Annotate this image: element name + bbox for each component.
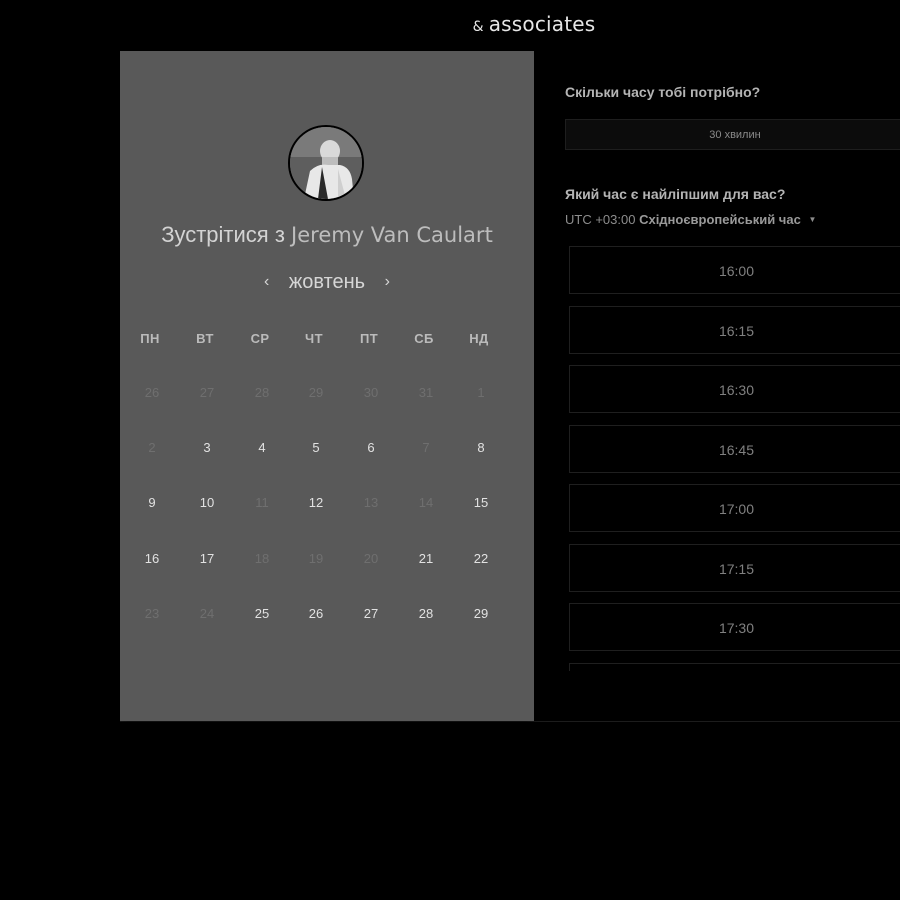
weekday-wed: СР xyxy=(250,331,270,346)
time-slot-button[interactable]: 17:15 xyxy=(569,543,900,592)
calendar-day[interactable]: 28 xyxy=(409,603,443,625)
weekday-thu: ЧТ xyxy=(305,331,323,346)
calendar-day[interactable]: 15 xyxy=(464,492,498,514)
chevron-right-icon[interactable]: › xyxy=(385,273,390,291)
scheduling-widget: Зустрітися з Jeremy Van Caulart ‹ жовтен… xyxy=(120,51,900,722)
calendar-day[interactable]: 10 xyxy=(190,492,224,514)
calendar-day: 26 xyxy=(144,385,160,400)
weekday-sun: НД xyxy=(469,331,489,346)
calendar-day: 13 xyxy=(363,495,379,510)
calendar-day[interactable]: 26 xyxy=(299,603,333,625)
calendar-day: 31 xyxy=(418,385,434,400)
calendar-day: 14 xyxy=(418,495,434,510)
calendar-day[interactable]: 17 xyxy=(190,548,224,570)
brand-ampersand: & xyxy=(472,19,484,35)
meeting-title: Зустрітися з Jeremy Van Caulart xyxy=(120,222,534,248)
calendar-day: 29 xyxy=(308,385,324,400)
calendar-day[interactable]: 16 xyxy=(135,548,169,570)
time-slot-button[interactable]: 16:30 xyxy=(569,365,900,413)
time-slot-button[interactable]: 17:30 xyxy=(569,603,900,651)
calendar-day[interactable]: 25 xyxy=(245,603,279,625)
calendar-day[interactable]: 21 xyxy=(409,548,443,570)
calendar-day: 2 xyxy=(148,440,156,455)
calendar-panel: Зустрітися з Jeremy Van Caulart ‹ жовтен… xyxy=(120,51,534,721)
calendar-day[interactable]: 9 xyxy=(135,492,169,514)
calendar-day: 7 xyxy=(422,440,430,455)
calendar-day: 23 xyxy=(144,606,160,621)
calendar-day[interactable]: 29 xyxy=(464,603,498,625)
brand-name: associates xyxy=(488,12,596,36)
calendar-day: 30 xyxy=(363,385,379,400)
booking-panel: Скільки часу тобі потрібно? 30 хвилин Як… xyxy=(534,51,900,721)
brand-logo: & associates xyxy=(0,12,900,36)
calendar-day: 28 xyxy=(254,385,270,400)
time-slot-button[interactable]: 16:45 xyxy=(569,424,900,473)
weekday-sat: СБ xyxy=(414,331,434,346)
host-photo xyxy=(290,127,362,199)
calendar-day: 27 xyxy=(199,385,215,400)
calendar-day: 24 xyxy=(199,606,215,621)
time-slot-button[interactable]: 16:15 xyxy=(569,305,900,354)
calendar-day[interactable]: 4 xyxy=(245,437,279,459)
host-name: Jeremy Van Caulart xyxy=(291,223,493,247)
meeting-title-prefix: Зустрітися з xyxy=(161,222,285,247)
calendar-day[interactable]: 8 xyxy=(464,437,498,459)
calendar-day: 19 xyxy=(308,551,324,566)
weekday-tue: ВТ xyxy=(196,331,214,346)
time-slot-list[interactable]: 16:00 16:15 16:30 16:45 17:00 17:15 17:30 xyxy=(534,51,900,671)
weekday-fri: ПТ xyxy=(359,331,379,346)
calendar-day[interactable]: 3 xyxy=(190,437,224,459)
calendar-day[interactable]: 5 xyxy=(299,437,333,459)
weekday-mon: ПН xyxy=(140,331,160,346)
calendar-day: 18 xyxy=(254,551,270,566)
calendar-day[interactable]: 6 xyxy=(354,437,388,459)
month-label: жовтень xyxy=(288,271,366,293)
calendar-day: 20 xyxy=(363,551,379,566)
calendar-day[interactable]: 12 xyxy=(299,492,333,514)
calendar-day: 1 xyxy=(477,385,485,400)
chevron-left-icon[interactable]: ‹ xyxy=(264,273,269,291)
calendar-day[interactable]: 22 xyxy=(464,548,498,570)
month-navigation: ‹ жовтень › xyxy=(120,271,534,294)
time-slot-button[interactable]: 17:00 xyxy=(569,484,900,532)
calendar-day[interactable]: 27 xyxy=(354,603,388,625)
host-avatar xyxy=(288,125,364,201)
calendar-day: 11 xyxy=(255,495,269,510)
time-slot-button[interactable]: 16:00 xyxy=(569,246,900,294)
time-slot-button[interactable] xyxy=(569,662,900,671)
